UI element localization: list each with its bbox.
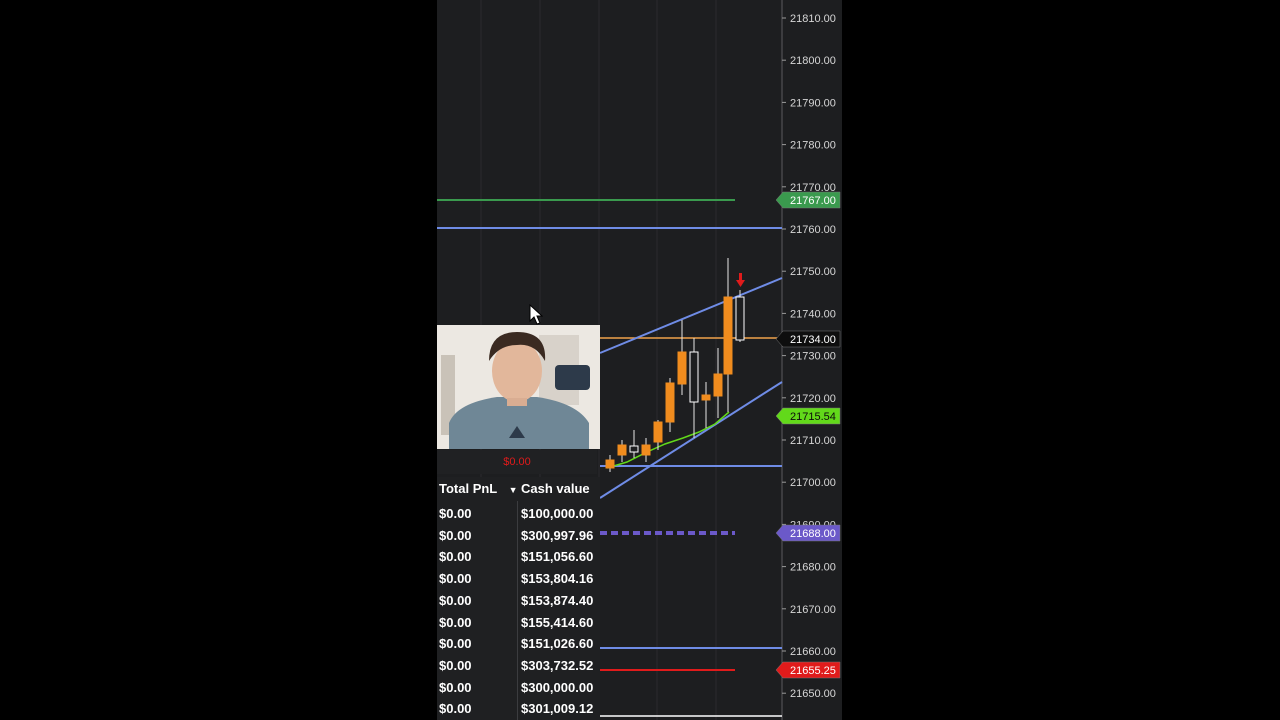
candle [723,258,733,412]
price-tick-label: 21720.00 [790,393,836,405]
price-tick-label: 21740.00 [790,308,836,320]
price-tick-label: 21750.00 [790,266,836,278]
accounts-table: Total PnL ▼ Cash value $0.00 $100,000.00 $… [437,477,600,720]
candle [641,438,651,462]
price-tick-label: 21660.00 [790,646,836,658]
candle [629,430,639,458]
candle [665,378,675,432]
price-tag-label: 21688.00 [790,528,836,540]
price-tick-label: 21670.00 [790,604,836,616]
row-cash-value: $153,804.16 [521,571,594,587]
total-pnl-header-label: Total PnL [439,481,498,496]
price-tick-label: 21710.00 [790,435,836,447]
candle [605,455,615,472]
account-row[interactable]: $0.00 $300,000.00 [437,677,600,699]
price-tag: 21734.00 [775,330,841,348]
row-cash-value: $100,000.00 [521,506,594,521]
row-total-pnl: $0.00 [439,592,472,608]
price-tick-label: 21700.00 [790,477,836,489]
account-row[interactable]: $0.00 $155,414.60 [437,612,600,634]
price-tick-label: 21730.00 [790,351,836,363]
trading-stage: 21810.00 21800.00 21790.00 21780.00 21770.00… [437,0,842,720]
row-cash-value: $300,000.00 [521,679,594,695]
price-axis: 21810.0021800.0021790.0021780.0021770.00… [782,13,836,700]
candle [735,290,745,342]
row-total-pnl: $0.00 [439,614,472,630]
row-cash-value: $155,414.60 [521,614,594,630]
arrow-cursor-icon [529,304,543,325]
account-row[interactable]: $0.00 $303,732.52 [437,655,600,677]
account-row[interactable]: $0.00 $151,026.60 [437,633,600,655]
price-tick-label: 21760.00 [790,224,836,236]
row-total-pnl: $0.00 [439,657,472,673]
row-total-pnl: $0.00 [439,701,472,717]
candle [689,338,699,438]
account-row[interactable]: $0.00 $153,804.16 [437,568,600,590]
price-tag-label: 21655.25 [790,665,836,677]
price-tick-label: 21800.00 [790,55,836,67]
price-tick-label: 21810.00 [790,13,836,25]
row-total-pnl: $0.00 [439,636,472,652]
price-tick-label: 21790.00 [790,97,836,109]
account-row[interactable]: $0.00 $153,874.40 [437,590,600,612]
caret-down-icon[interactable]: ▼ [509,485,518,495]
row-cash-value: $301,009.12 [521,701,594,717]
account-row[interactable]: $0.00 $300,997.96 [437,525,600,547]
price-tick-label: 21780.00 [790,140,836,152]
total-pnl-header[interactable]: Total PnL ▼ [439,477,518,501]
price-tick-label: 21650.00 [790,688,836,700]
row-cash-value: $151,056.60 [521,549,594,565]
row-total-pnl: $0.00 [439,571,472,587]
streamer-image [437,325,600,449]
price-tag: 21767.00 [775,191,841,209]
price-tag: 21715.54 [775,407,841,425]
red-down-arrow-icon [736,273,745,287]
row-cash-value: $300,997.96 [521,527,594,543]
webcam-overlay [437,325,600,449]
price-tag-label: 21734.00 [790,334,836,346]
price-tag-label: 21767.00 [790,195,836,207]
price-tag-label: 21715.54 [790,411,836,423]
price-tag: 21688.00 [775,524,841,542]
row-total-pnl: $0.00 [439,527,472,543]
account-row[interactable]: $0.00 $301,009.12 [437,698,600,720]
candle [713,348,723,418]
candle [677,320,687,395]
row-total-pnl: $0.00 [439,679,472,695]
row-total-pnl: $0.00 [439,506,472,521]
cash-value-header[interactable]: Cash value [521,477,590,501]
row-cash-value: $151,026.60 [521,636,594,652]
account-row[interactable]: $0.00 $151,056.60 [437,546,600,568]
candle [701,382,711,428]
row-cash-value: $303,732.52 [521,657,594,673]
price-tag: 21655.25 [775,661,841,679]
channel-upper-line[interactable] [599,277,783,354]
candle [617,440,627,462]
account-row[interactable]: $0.00 $100,000.00 [437,503,600,525]
row-total-pnl: $0.00 [439,549,472,565]
price-tick-label: 21680.00 [790,562,836,574]
row-cash-value: $153,874.40 [521,592,594,608]
webcam-pnl: $0.00 [437,450,597,474]
